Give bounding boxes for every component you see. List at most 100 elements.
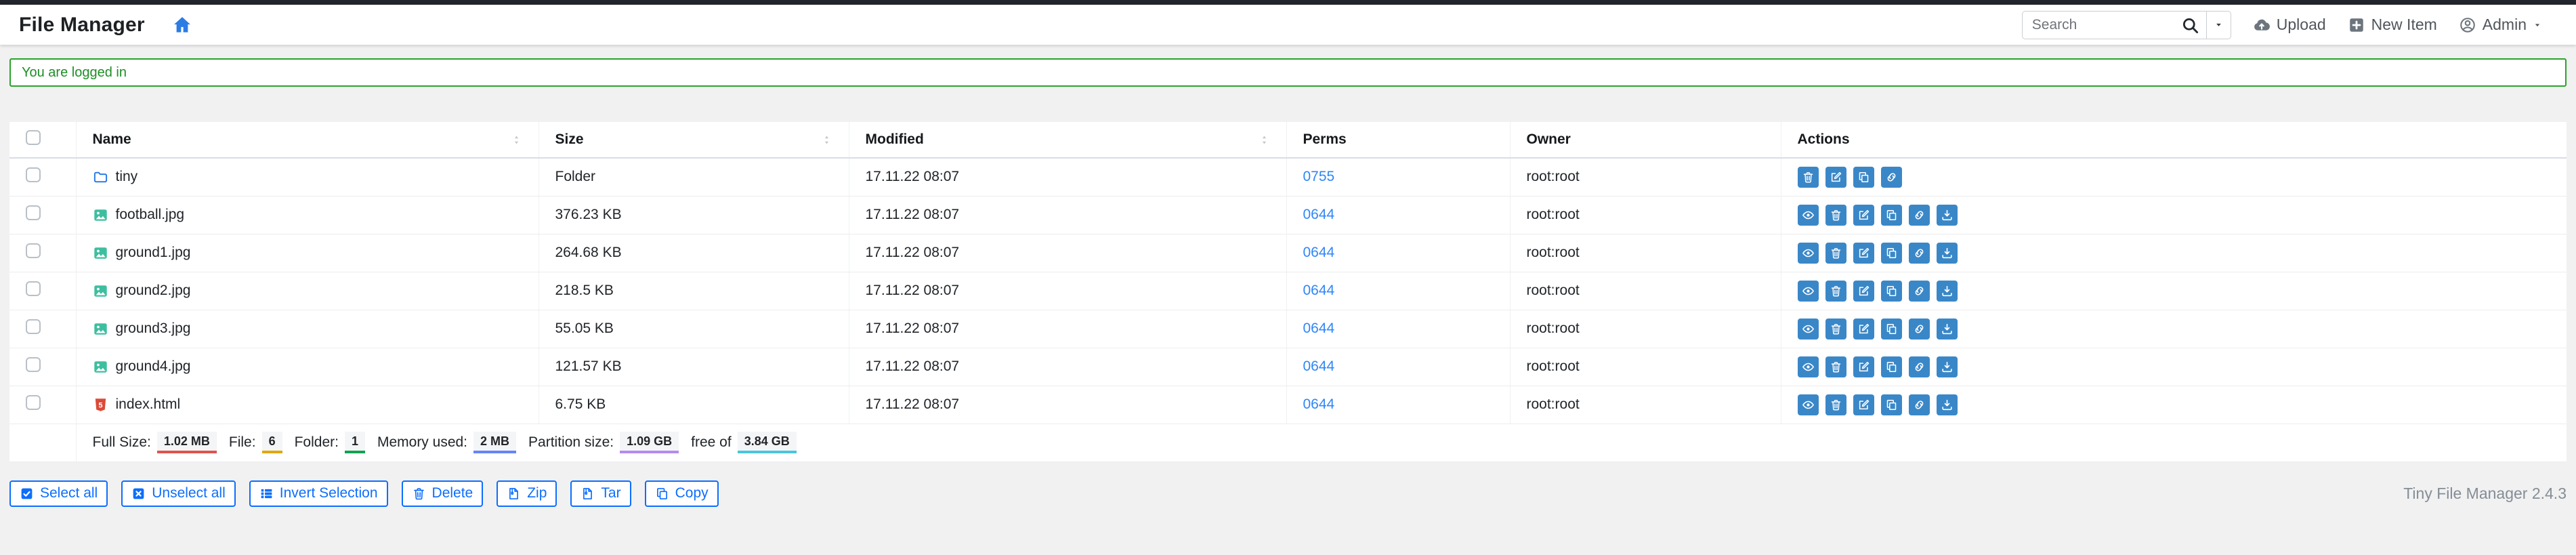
action-rename-button[interactable] [1853,318,1874,340]
action-delete-button[interactable] [1825,280,1846,302]
action-link-button[interactable] [1908,356,1930,377]
file-name-link[interactable]: football.jpg [93,207,522,223]
file-name-link[interactable]: tiny [93,169,522,185]
search-options-dropdown-button[interactable] [2205,10,2231,39]
action-copy-button[interactable] [1880,280,1902,302]
action-preview-button[interactable] [1797,242,1819,264]
file-modified: 17.11.22 08:07 [849,158,1287,197]
action-link-button[interactable] [1908,318,1930,340]
action-delete-button[interactable] [1825,318,1846,340]
action-preview-button[interactable] [1797,280,1819,302]
action-rename-button[interactable] [1853,356,1874,377]
file-name-link[interactable]: ground1.jpg [93,245,522,261]
action-download-button[interactable] [1936,356,1958,377]
search-group [2021,10,2231,39]
action-copy-button[interactable] [1880,356,1902,377]
row-checkbox[interactable] [26,167,41,183]
home-button[interactable] [172,15,192,35]
search-icon[interactable] [2181,16,2199,35]
select-all-checkbox[interactable] [26,130,41,145]
action-delete-button[interactable] [1797,166,1819,188]
action-copy-button[interactable] [1853,166,1874,188]
person-circle-icon [2459,16,2476,34]
summary-label: Partition size: [528,434,614,450]
action-rename-button[interactable] [1825,166,1846,188]
table-row: ground4.jpg 121.57 KB 17.11.22 08:07 064… [9,348,2567,386]
folder-icon [93,169,108,185]
copy-button[interactable]: Copy [644,480,719,507]
row-checkbox[interactable] [26,243,41,258]
action-delete-button[interactable] [1825,356,1846,377]
action-delete-button[interactable] [1825,204,1846,226]
action-rename-button[interactable] [1853,204,1874,226]
select-all-button[interactable]: Select all [9,480,108,507]
file-perms-link[interactable]: 0644 [1303,358,1335,374]
nav-item-upload[interactable]: Upload [2253,16,2326,34]
action-download-button[interactable] [1936,204,1958,226]
unselect-all-button[interactable]: Unselect all [121,480,236,507]
row-checkbox[interactable] [26,319,41,334]
file-size: 218.5 KB [539,272,849,310]
action-delete-button[interactable] [1825,242,1846,264]
column-header-label: Name [92,131,131,147]
nav-item-admin[interactable]: Admin [2459,16,2542,34]
file-perms-link[interactable]: 0644 [1303,207,1335,222]
zip-button[interactable]: Zip [497,480,557,507]
window-top-strip [0,0,2576,5]
delete-button[interactable]: Delete [401,480,484,507]
action-copy-button[interactable] [1880,242,1902,264]
table-row: ground3.jpg 55.05 KB 17.11.22 08:07 0644… [9,310,2567,348]
action-preview-button[interactable] [1797,356,1819,377]
action-download-button[interactable] [1936,280,1958,302]
action-link-button[interactable] [1908,242,1930,264]
file-modified: 17.11.22 08:07 [849,272,1287,310]
file-zip-icon [580,487,595,501]
file-name-link[interactable]: ground3.jpg [93,321,522,337]
file-name-link[interactable]: index.html [93,396,522,413]
file-perms-link[interactable]: 0644 [1303,245,1335,260]
summary-label: free of [691,434,732,450]
row-checkbox[interactable] [26,395,41,410]
file-perms-link[interactable]: 0644 [1303,283,1335,298]
search-input[interactable] [2021,10,2206,39]
action-download-button[interactable] [1936,394,1958,415]
action-preview-button[interactable] [1797,318,1819,340]
action-link-button[interactable] [1880,166,1902,188]
action-rename-button[interactable] [1853,280,1874,302]
file-perms-link[interactable]: 0644 [1303,321,1335,336]
copy-icon [1885,398,1898,411]
summary-label: File: [228,434,256,450]
file-perms-link[interactable]: 0755 [1303,169,1335,184]
file-name-link[interactable]: ground2.jpg [93,283,522,299]
action-link-button[interactable] [1908,204,1930,226]
action-copy-button[interactable] [1880,394,1902,415]
action-download-button[interactable] [1936,242,1958,264]
preview-icon [1802,323,1815,335]
action-link-button[interactable] [1908,280,1930,302]
sort-icon [511,134,522,146]
action-download-button[interactable] [1936,318,1958,340]
action-preview-button[interactable] [1797,394,1819,415]
action-copy-button[interactable] [1880,318,1902,340]
tar-button[interactable]: Tar [570,480,631,507]
row-checkbox[interactable] [26,205,41,220]
rename-icon [1857,361,1870,373]
nav-item-new-item[interactable]: New Item [2348,16,2437,34]
row-checkbox[interactable] [26,281,41,296]
action-delete-button[interactable] [1825,394,1846,415]
file-name-link[interactable]: ground4.jpg [93,358,522,375]
bottom-toolbar: Select all Unselect all Invert Selection De… [9,480,2567,507]
column-header-name[interactable]: Name [76,122,539,159]
list-icon [259,487,274,501]
column-header-modified[interactable]: Modified [849,122,1287,159]
action-preview-button[interactable] [1797,204,1819,226]
action-link-button[interactable] [1908,394,1930,415]
action-rename-button[interactable] [1853,242,1874,264]
action-copy-button[interactable] [1880,204,1902,226]
action-rename-button[interactable] [1853,394,1874,415]
invert-selection-button[interactable]: Invert Selection [249,480,388,507]
column-header-size[interactable]: Size [539,122,849,159]
link-icon [1913,398,1926,411]
row-checkbox[interactable] [26,357,41,372]
file-perms-link[interactable]: 0644 [1303,396,1335,412]
